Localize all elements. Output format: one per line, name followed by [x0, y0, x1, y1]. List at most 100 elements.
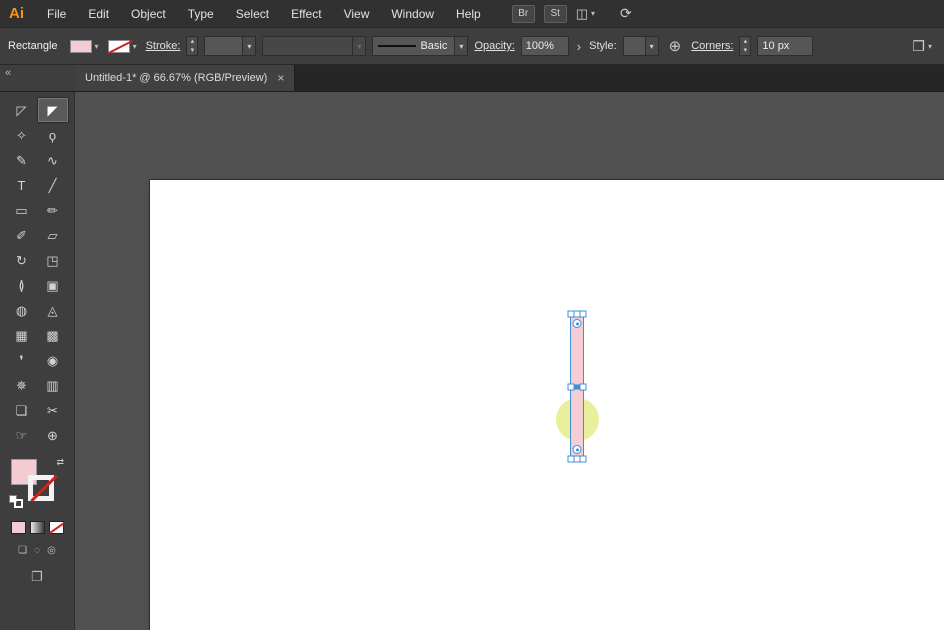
live-corner-widget-bottom[interactable]: [572, 445, 582, 454]
close-icon[interactable]: ×: [277, 71, 284, 85]
line-segment-tool[interactable]: ╱: [38, 173, 68, 197]
mesh-tool[interactable]: ▦: [7, 323, 37, 347]
free-transform-tool[interactable]: ▣: [38, 273, 68, 297]
chevron-down-icon[interactable]: ▾: [454, 37, 468, 55]
selection-tool[interactable]: ◸: [7, 98, 37, 122]
stroke-indicator[interactable]: [28, 475, 54, 501]
paintbrush-tool-icon: ✏: [47, 202, 58, 218]
perspective-grid-tool[interactable]: ◬: [38, 298, 68, 322]
gradient-tool[interactable]: ▩: [38, 323, 68, 347]
column-graph-tool[interactable]: ▥: [38, 373, 68, 397]
opacity-flyout-icon[interactable]: ›: [575, 39, 583, 54]
scale-tool-icon: ◳: [46, 252, 59, 268]
gradient-button[interactable]: [29, 521, 45, 534]
direct-selection-tool[interactable]: ◤: [37, 98, 68, 122]
none-button[interactable]: [48, 521, 64, 534]
workspace-icon: ◫: [575, 5, 589, 21]
draw-inside-icon[interactable]: ◎: [47, 545, 56, 556]
pasteboard[interactable]: [75, 92, 944, 630]
magic-wand-tool[interactable]: ✧: [7, 123, 37, 147]
stroke-panel-button[interactable]: St: [543, 4, 567, 23]
toolbar-header: «: [0, 65, 75, 91]
menu-file[interactable]: File: [36, 0, 77, 28]
rectangle-tool[interactable]: ▭: [7, 198, 37, 222]
brushes-panel-button[interactable]: Br: [511, 4, 535, 23]
pen-tool[interactable]: ✎: [7, 148, 37, 172]
menu-object[interactable]: Object: [120, 0, 177, 28]
selection-handle-mid-right[interactable]: [579, 383, 587, 390]
chevron-down-icon: ▾: [927, 41, 932, 51]
rotate-tool[interactable]: ↻: [7, 248, 37, 272]
corners-stepper[interactable]: ▴ ▾: [739, 36, 752, 56]
fill-color-control[interactable]: ▾: [69, 39, 102, 53]
chevron-down-icon[interactable]: ▾: [644, 37, 658, 55]
globe-icon[interactable]: ⊕: [669, 37, 682, 55]
zoom-tool[interactable]: ⊕: [38, 423, 68, 447]
selection-handle-bottom-right[interactable]: [579, 455, 587, 463]
hand-tool[interactable]: ☞: [7, 423, 37, 447]
opacity-link-label[interactable]: Opacity:: [474, 40, 514, 52]
chevron-down-icon: ▾: [352, 37, 366, 55]
symbol-sprayer-tool[interactable]: ✵: [7, 373, 37, 397]
stroke-weight-stepper[interactable]: ▴ ▾: [186, 36, 199, 56]
shape-builder-tool[interactable]: ◍: [7, 298, 37, 322]
drawn-rectangle[interactable]: [567, 310, 587, 463]
selection-handle-top-right[interactable]: [579, 310, 587, 318]
menu-select[interactable]: Select: [225, 0, 280, 28]
slice-tool[interactable]: ✂: [38, 398, 68, 422]
screen-mode-icon[interactable]: ❐: [31, 569, 43, 585]
line-segment-tool-icon: ╱: [48, 177, 57, 193]
menu-window[interactable]: Window: [380, 0, 445, 28]
lasso-tool[interactable]: ϙ: [38, 123, 68, 147]
illustrator-window: Ai File Edit Object Type Select Effect View Win…: [0, 0, 944, 630]
width-tool[interactable]: ≬: [7, 273, 37, 297]
opacity-field[interactable]: 100%: [520, 36, 569, 56]
curvature-tool[interactable]: ∿: [38, 148, 68, 172]
type-tool[interactable]: T: [7, 173, 37, 197]
stroke-style-line-icon: [378, 45, 417, 47]
menu-help[interactable]: Help: [445, 0, 492, 28]
swap-fill-stroke-icon[interactable]: ⇄: [56, 457, 64, 468]
stroke-swatch-none[interactable]: [107, 39, 130, 53]
blend-tool[interactable]: ◉: [38, 348, 68, 372]
fill-swatch[interactable]: [69, 39, 92, 53]
stroke-link-label[interactable]: Stroke:: [146, 40, 181, 52]
scale-tool[interactable]: ◳: [38, 248, 68, 272]
chevron-down-icon[interactable]: ▾: [130, 42, 140, 51]
draw-behind-icon[interactable]: ◌: [34, 545, 40, 556]
default-fill-stroke-icon[interactable]: [9, 495, 23, 508]
center-point-marker: [574, 384, 580, 389]
color-button[interactable]: [10, 521, 26, 534]
sync-settings-icon[interactable]: ⟳: [620, 5, 632, 22]
chevron-down-icon[interactable]: ▾: [242, 37, 256, 55]
pencil-tool[interactable]: ✐: [7, 223, 37, 247]
menu-type[interactable]: Type: [177, 0, 225, 28]
slice-tool-icon: ✂: [47, 402, 58, 418]
eraser-tool[interactable]: ▱: [38, 223, 68, 247]
chevron-down-icon[interactable]: ▾: [92, 42, 102, 51]
artboard[interactable]: [150, 180, 944, 630]
menu-view[interactable]: View: [333, 0, 381, 28]
artboard-tool[interactable]: ❏: [7, 398, 37, 422]
selection-tool-icon: ◸: [16, 102, 27, 118]
collapse-toolbar-icon[interactable]: «: [5, 67, 11, 79]
stroke-weight-combo[interactable]: ▾: [204, 36, 257, 56]
control-panel-menu[interactable]: ❒ ▾: [912, 38, 936, 55]
corners-link-label[interactable]: Corners:: [691, 40, 733, 52]
corners-field[interactable]: 10 px: [757, 36, 814, 56]
menu-effect[interactable]: Effect: [280, 0, 332, 28]
hand-tool-icon: ☞: [15, 427, 28, 443]
stroke-style-combo[interactable]: Basic ▾: [372, 36, 469, 56]
menu-edit[interactable]: Edit: [77, 0, 120, 28]
draw-normal-icon[interactable]: ❏: [18, 545, 27, 556]
workspace-switcher[interactable]: ◫ ▾: [576, 6, 595, 22]
free-transform-tool-icon: ▣: [46, 277, 59, 293]
selection-handle-mid-left[interactable]: [567, 383, 575, 390]
rectangle-tool-icon: ▭: [15, 202, 28, 218]
document-tab[interactable]: Untitled-1* @ 66.67% (RGB/Preview) ×: [75, 65, 296, 91]
paintbrush-tool[interactable]: ✏: [38, 198, 68, 222]
stroke-color-control[interactable]: ▾: [107, 39, 140, 53]
live-corner-widget-top[interactable]: [572, 319, 582, 328]
graphic-style-combo[interactable]: ▾: [622, 36, 659, 56]
eyedropper-tool[interactable]: ❜: [7, 348, 37, 372]
